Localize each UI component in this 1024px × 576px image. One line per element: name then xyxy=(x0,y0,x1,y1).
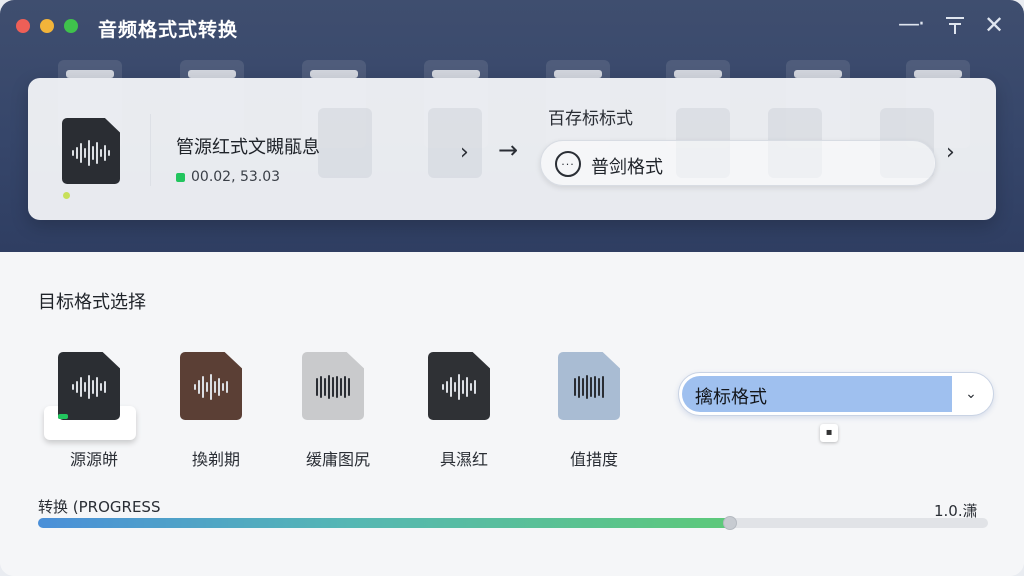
source-file-title: 管源红式文瞡瓹息 xyxy=(176,137,320,158)
conversion-card: 管源红式文瞡瓹息 00.0‌2, 53.03 › → 百存标标式 ··· 普剑格… xyxy=(28,78,996,220)
audio-file-icon xyxy=(428,352,490,420)
chevron-down-icon[interactable]: ⌄ xyxy=(953,376,989,412)
section-title: 目标格式选择 xyxy=(38,292,146,313)
arrow-right-icon: → xyxy=(498,136,519,164)
format-option[interactable]: 值措度 xyxy=(544,350,644,480)
source-meta-text: 00.0‌2, 53.03 xyxy=(191,169,281,185)
ghost-file xyxy=(318,108,372,178)
ghost-file xyxy=(428,108,482,178)
source-file-meta: 00.0‌2, 53.03 xyxy=(176,169,280,185)
title-bar: 音频格式式转换 —· ✕ xyxy=(0,0,1024,56)
audio-file-icon xyxy=(58,352,120,420)
audio-file-icon xyxy=(558,352,620,420)
audio-file-icon xyxy=(180,352,242,420)
format-option-label: 源源皏 xyxy=(69,450,118,469)
format-option-label: 缓庸图尻 xyxy=(305,450,370,469)
format-option-label: 具濕红 xyxy=(439,450,488,469)
format-option[interactable]: 缓庸图尻 xyxy=(288,350,388,480)
destination-format-field[interactable]: ··· 普剑格式 xyxy=(540,140,936,186)
select-value: 擒标格式 xyxy=(695,387,767,408)
chevron-right-icon[interactable]: › xyxy=(460,140,469,165)
progress-label: 转换 (PROGRESS xyxy=(38,498,161,516)
waveform-icon xyxy=(62,138,120,168)
minimize-window-button[interactable] xyxy=(40,19,54,33)
app-window: 音频格式式转换 —· ✕ 管源红式文瞡瓹息 00.0‌2, 53.03 › → … xyxy=(0,0,1024,576)
format-option-label: 值措度 xyxy=(569,450,618,469)
chat-bubble-icon: ··· xyxy=(555,151,581,177)
progress-bar xyxy=(38,516,988,530)
format-option[interactable]: 具濕红 xyxy=(414,350,514,480)
target-format-panel: 目标格式选择 源源皏 換剃期 缓庸图尻 具濕红 值措度 擒标格式 ⌄ ▪ 转换 … xyxy=(0,252,1024,576)
format-option-label: 換剃期 xyxy=(191,450,240,469)
close-icon[interactable]: ✕ xyxy=(984,11,1004,39)
target-format-select[interactable]: 擒标格式 ⌄ xyxy=(678,372,994,416)
cursor-hint-icon: ▪ xyxy=(820,424,838,442)
divider xyxy=(150,114,151,186)
close-window-button[interactable] xyxy=(16,19,30,33)
source-audio-file-icon xyxy=(62,118,120,184)
minimize-icon[interactable]: —· xyxy=(898,12,925,37)
chevron-right-icon[interactable]: › xyxy=(946,140,955,165)
app-title: 音频格式式转换 xyxy=(98,19,239,41)
progress-fill xyxy=(38,518,730,528)
destination-format-value: 普剑格式 xyxy=(591,157,663,178)
progress-thumb[interactable] xyxy=(722,516,737,530)
status-dot xyxy=(63,192,70,199)
format-option[interactable]: 源源皏 xyxy=(44,350,144,480)
green-status-icon xyxy=(176,172,185,182)
audio-file-icon xyxy=(302,352,364,420)
zoom-window-button[interactable] xyxy=(64,19,78,33)
filter-icon[interactable] xyxy=(944,14,966,41)
destination-label: 百存标标式 xyxy=(548,109,633,129)
format-option[interactable]: 換剃期 xyxy=(166,350,266,480)
